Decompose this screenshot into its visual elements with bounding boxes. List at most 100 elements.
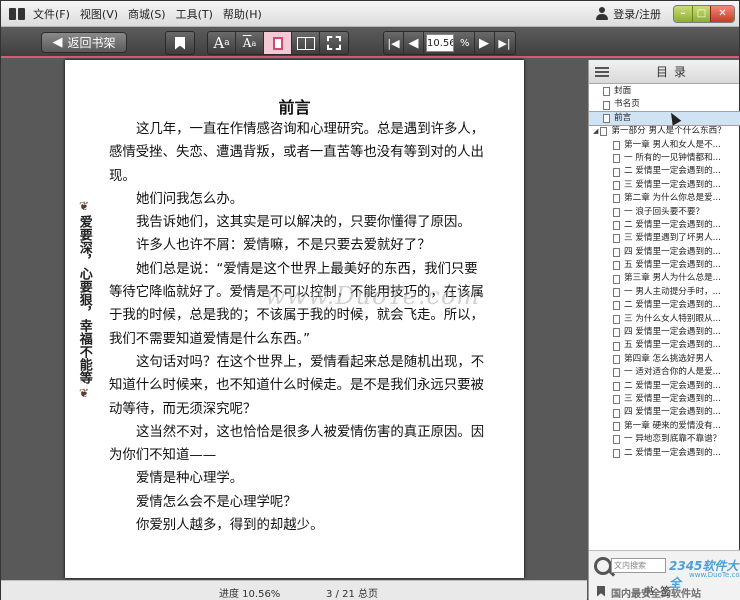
navigation-group: |◀ ◀ % ▶ ▶| xyxy=(383,31,516,55)
paragraph: 这几年，一直在作情感咨询和心理研究。总是遇到许多人，感情受挫、失恋、遭遇背叛，或… xyxy=(109,122,485,184)
app-window: 文件(F) 视图(V) 商城(S) 工具(T) 帮助(H) 登录/注册 – □ … xyxy=(0,0,740,600)
font-larger-button[interactable]: Aa xyxy=(208,32,236,54)
double-page-button[interactable] xyxy=(292,32,320,54)
toc-item[interactable]: 书名页 xyxy=(589,98,740,111)
bookmark-icon xyxy=(175,36,185,50)
toc-item[interactable]: 第二章 为什么你总是爱... xyxy=(589,192,740,205)
back-label: 返回书架 xyxy=(67,36,116,50)
toc-item-label: 第四章 怎么挑选好男人 xyxy=(624,353,713,364)
document-icon xyxy=(613,261,620,271)
toc-item-label: 书名页 xyxy=(614,99,640,110)
toc-item[interactable]: 二 爱情里一定会遇到的... xyxy=(589,219,740,232)
back-to-shelf-button[interactable]: ◀ 返回书架 xyxy=(41,32,127,53)
font-smaller-button[interactable]: Aa xyxy=(236,32,264,54)
login-button[interactable]: 登录/注册 xyxy=(595,6,661,22)
document-icon xyxy=(613,154,620,164)
search-icon[interactable] xyxy=(594,557,612,575)
close-button[interactable]: ✕ xyxy=(710,5,734,22)
toc-item[interactable]: 第一章 男人和女人是不... xyxy=(589,139,740,152)
toc-item-label: 二 爱情里一定会遇到的... xyxy=(624,166,721,177)
toc-header: 目录 xyxy=(589,60,739,84)
document-icon xyxy=(613,368,620,378)
menu-store[interactable]: 商城(S) xyxy=(128,6,166,22)
single-page-button[interactable] xyxy=(264,32,292,54)
ornament-bottom-icon: ❦ xyxy=(78,386,90,400)
toc-item[interactable]: 三 爱情里一定会遇到的... xyxy=(589,179,740,192)
minimize-button[interactable]: – xyxy=(674,5,692,22)
toc-item[interactable]: 一 异地恋到底靠不靠谱？ xyxy=(589,433,740,446)
toc-item-label: 第二章 为什么你总是爱... xyxy=(624,193,721,204)
ornament-top-icon: ❦ xyxy=(78,199,90,213)
menu-view[interactable]: 视图(V) xyxy=(80,6,118,22)
url-watermark: www.DuoTe.com xyxy=(689,571,740,579)
toc-list: 封面书名页 前言 ◢ 第一部分 男人是个什么东西？ 第一章 男人和女人是不... 一 所有… xyxy=(589,85,740,550)
toc-item[interactable]: 四 爱情里一定会遇到的... xyxy=(589,326,740,339)
toc-item[interactable]: 第三章 男人为什么总是... xyxy=(589,272,740,285)
menu-bar: 文件(F) 视图(V) 商城(S) 工具(T) 帮助(H) 登录/注册 – □ … xyxy=(1,1,739,27)
document-icon xyxy=(613,421,620,431)
menu-file[interactable]: 文件(F) xyxy=(33,6,70,22)
toc-item[interactable]: 三 爱情里遇到了坏男人... xyxy=(589,232,740,245)
double-page-icon xyxy=(296,36,315,50)
page-count-text: 3 / 21 总页 xyxy=(326,589,378,600)
window-controls: – □ ✕ xyxy=(673,4,735,23)
add-bookmark-button[interactable] xyxy=(166,32,194,54)
toc-item[interactable]: 五 爱情里一定会遇到的... xyxy=(589,339,740,352)
document-icon xyxy=(613,234,620,244)
first-page-button[interactable]: |◀ xyxy=(384,32,404,54)
toc-item-label: 三 爱情里一定会遇到的... xyxy=(624,179,721,190)
toc-item[interactable]: 三 为什么女人特别眼从... xyxy=(589,313,740,326)
toc-item-label: 封面 xyxy=(614,86,632,96)
toc-item-label: 第一部分 男人是个什么东西？ xyxy=(611,126,726,137)
page-percent-input[interactable] xyxy=(426,34,454,52)
toc-item-label: 二 爱情里一定会遇到的... xyxy=(624,300,721,311)
prev-page-button[interactable]: ◀ xyxy=(404,32,424,54)
toc-item[interactable]: 封面 xyxy=(589,85,740,98)
maximize-button[interactable]: □ xyxy=(692,5,710,22)
toc-item[interactable]: 第一章 硬来的爱情没有... xyxy=(589,420,740,433)
toc-bottom: 文内搜索 2345软件大全 www.DuoTe.com 书签 国内最安全的软件站 xyxy=(589,550,740,600)
toc-item[interactable]: ◢ 第一部分 男人是个什么东西？ xyxy=(589,125,740,138)
toc-item[interactable]: 一 浪子回头要不要？ xyxy=(589,206,740,219)
document-icon xyxy=(613,341,620,351)
toc-item[interactable]: 二 爱情里一定会遇到的... xyxy=(589,299,740,312)
paragraph: 你爱别人越多，得到的却越少。 xyxy=(136,518,324,534)
percent-label: % xyxy=(456,32,475,54)
menu-tools[interactable]: 工具(T) xyxy=(176,6,213,22)
side-banner: ❦ 爱要深，心要狠，幸福不能等 ❦ xyxy=(73,200,95,399)
toc-item[interactable]: 一 适对适合你的人是爱... xyxy=(589,366,740,379)
last-page-button[interactable]: ▶| xyxy=(495,32,515,54)
document-icon xyxy=(613,328,620,338)
toc-item[interactable]: 二 爱情里一定会遇到的... xyxy=(589,165,740,178)
toc-item[interactable]: 一 所有的一见钟情都和... xyxy=(589,152,740,165)
toc-item-label: 三 爱情里一定会遇到的... xyxy=(624,393,721,404)
toc-title: 目录 xyxy=(655,65,692,79)
document-icon xyxy=(613,167,620,177)
toc-item-label: 四 爱情里一定会遇到的... xyxy=(624,246,721,257)
document-icon xyxy=(613,140,620,150)
slogan-watermark: 国内最安全的软件站 xyxy=(611,589,701,600)
toc-item[interactable]: 四 爱情里一定会遇到的... xyxy=(589,246,740,259)
expand-triangle-icon[interactable]: ◢ xyxy=(593,125,598,138)
menu-help[interactable]: 帮助(H) xyxy=(223,6,262,22)
search-input[interactable]: 文内搜索 xyxy=(611,558,666,573)
toc-item[interactable]: 前言 xyxy=(589,110,740,127)
prev-page-icon: ◀ xyxy=(408,35,419,51)
toc-item[interactable]: 二 爱情里一定会遇到的... xyxy=(589,447,740,460)
fullscreen-button[interactable] xyxy=(320,32,348,54)
progress-text: 进度 10.56% xyxy=(219,589,281,600)
toc-item[interactable]: 四 爱情里一定会遇到的... xyxy=(589,406,740,419)
document-icon xyxy=(613,274,620,284)
toc-item[interactable]: 二 爱情里一定会遇到的... xyxy=(589,380,740,393)
toc-item[interactable]: 一 男人主动提分手时，... xyxy=(589,286,740,299)
book-page[interactable]: ❦ 爱要深，心要狠，幸福不能等 ❦ 前言 这几年，一直在作情感咨询和心理研究。总… xyxy=(65,60,524,578)
side-banner-text: 爱要深，心要狠，幸福不能等 xyxy=(76,215,92,384)
toc-item[interactable]: 第四章 怎么挑选好男人 xyxy=(589,353,740,366)
toc-item[interactable]: 五 爱情里一定会遇到的... xyxy=(589,259,740,272)
next-page-button[interactable]: ▶ xyxy=(475,32,495,54)
list-icon[interactable] xyxy=(595,66,609,77)
reading-area: ❦ 爱要深，心要狠，幸福不能等 ❦ 前言 这几年，一直在作情感咨询和心理研究。总… xyxy=(1,60,587,580)
toc-item-label: 四 爱情里一定会遇到的... xyxy=(624,407,721,418)
document-icon xyxy=(613,301,620,311)
toc-item[interactable]: 三 爱情里一定会遇到的... xyxy=(589,393,740,406)
